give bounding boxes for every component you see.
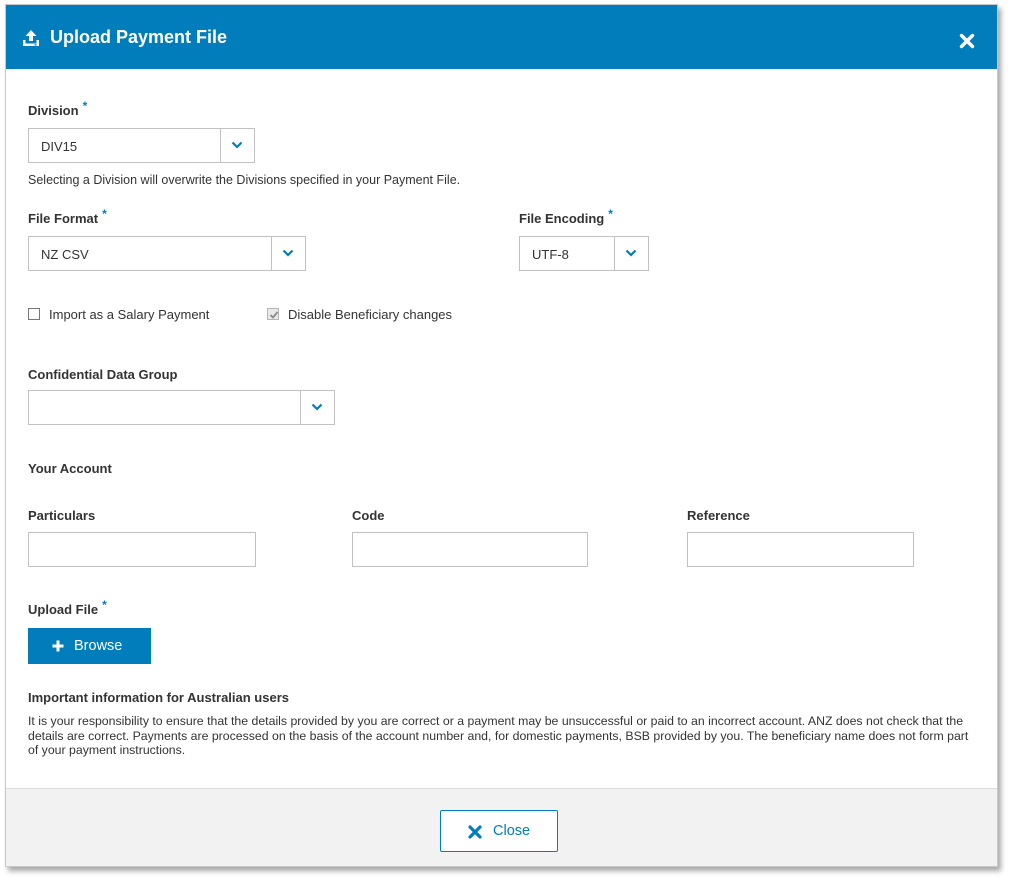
confidential-data-group-select[interactable]	[28, 390, 335, 425]
salary-payment-label: Import as a Salary Payment	[49, 307, 210, 322]
your-account-heading: Your Account	[28, 461, 112, 476]
salary-payment-checkbox[interactable]: Import as a Salary Payment	[28, 307, 228, 323]
file-encoding-select-value: UTF-8	[532, 247, 569, 262]
code-input[interactable]	[352, 532, 588, 567]
code-label: Code	[352, 508, 385, 523]
close-icon[interactable]	[959, 33, 975, 49]
plus-icon	[52, 640, 64, 652]
dialog-title: Upload Payment File	[50, 27, 228, 47]
reference-label: Reference	[687, 508, 750, 523]
upload-icon	[23, 30, 39, 46]
division-label: Division *	[28, 99, 88, 118]
file-format-dropdown-button[interactable]	[271, 237, 305, 270]
close-button[interactable]: Close	[440, 810, 558, 852]
upload-payment-file-dialog: Upload Payment File Division * DIV15 Sele…	[5, 4, 998, 867]
division-select[interactable]: DIV15	[28, 128, 255, 163]
file-format-select-value: NZ CSV	[41, 247, 89, 262]
division-dropdown-button[interactable]	[220, 129, 254, 162]
division-help-text: Selecting a Division will overwrite the …	[28, 173, 461, 187]
chevron-down-icon	[311, 403, 323, 411]
file-encoding-select[interactable]: UTF-8	[519, 236, 649, 271]
disable-beneficiary-checkbox[interactable]: Disable Beneficiary changes	[267, 307, 467, 323]
chevron-down-icon	[625, 249, 637, 257]
file-encoding-dropdown-button[interactable]	[614, 237, 648, 270]
chevron-down-icon	[231, 141, 243, 149]
particulars-label: Particulars	[28, 508, 96, 523]
salary-payment-checkbox-box[interactable]	[28, 308, 40, 320]
upload-file-label: Upload File *	[28, 598, 107, 617]
file-format-select[interactable]: NZ CSV	[28, 236, 306, 271]
disable-beneficiary-checkbox-box[interactable]	[267, 308, 279, 320]
dialog-footer: Close	[6, 788, 997, 866]
division-select-value: DIV15	[41, 139, 78, 154]
file-format-label: File Format *	[28, 207, 107, 226]
close-button-label: Close	[493, 823, 531, 839]
disable-beneficiary-label: Disable Beneficiary changes	[288, 307, 453, 322]
browse-button-label: Browse	[74, 638, 123, 654]
file-encoding-label: File Encoding *	[519, 207, 613, 226]
reference-input[interactable]	[687, 532, 914, 567]
browse-button[interactable]: Browse	[28, 628, 151, 664]
confidential-data-group-label: Confidential Data Group	[28, 367, 178, 382]
dialog-header: Upload Payment File	[6, 5, 997, 69]
particulars-input[interactable]	[28, 532, 256, 567]
confidential-data-group-dropdown-button[interactable]	[300, 391, 334, 424]
chevron-down-icon	[282, 249, 294, 257]
checkmark-icon	[269, 311, 279, 319]
close-icon	[468, 825, 482, 839]
info-body-text: It is your responsibility to ensure that…	[28, 714, 969, 757]
info-heading: Important information for Australian use…	[28, 690, 289, 705]
